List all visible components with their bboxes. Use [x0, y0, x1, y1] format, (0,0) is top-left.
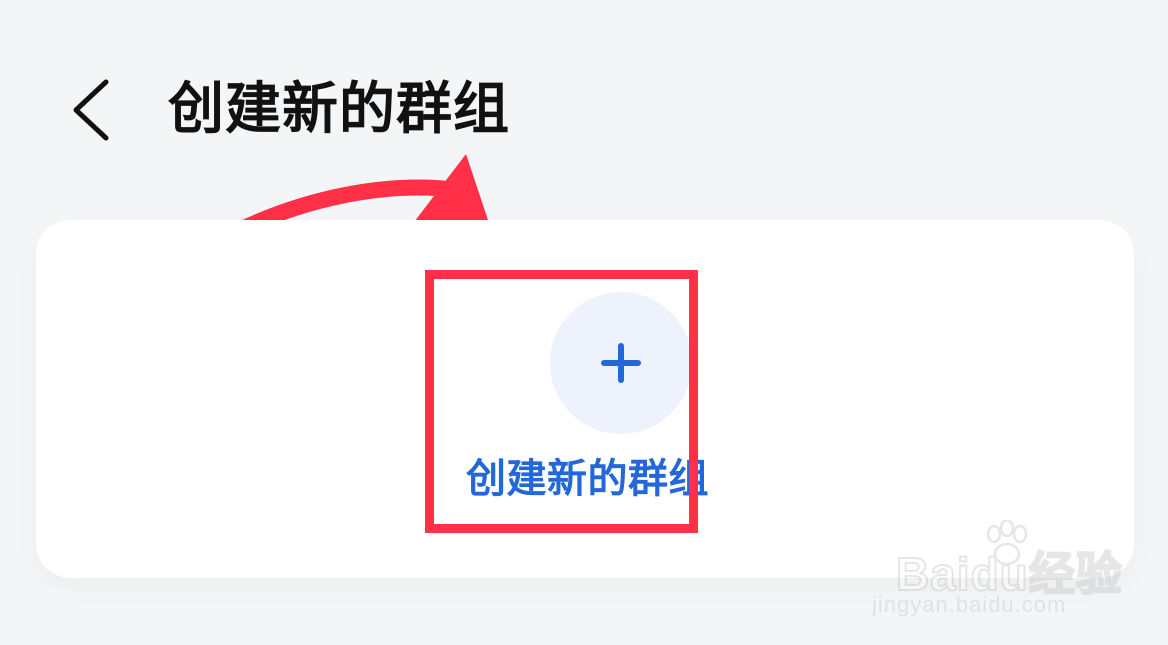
create-group-label: 创建新的群组 [466, 456, 709, 502]
chevron-left-icon [73, 79, 109, 141]
watermark-url: jingyan.baidu.com [872, 592, 1067, 617]
plus-icon [601, 343, 641, 383]
paw-icon [986, 520, 1028, 566]
baidu-watermark: Baidu经验 jingyan.baidu.com [872, 520, 1132, 620]
back-button[interactable] [62, 70, 126, 150]
create-group-button[interactable]: 创建新的群组 [466, 286, 716, 516]
plus-circle [550, 292, 692, 434]
page-title: 创建新的群组 [168, 77, 510, 142]
